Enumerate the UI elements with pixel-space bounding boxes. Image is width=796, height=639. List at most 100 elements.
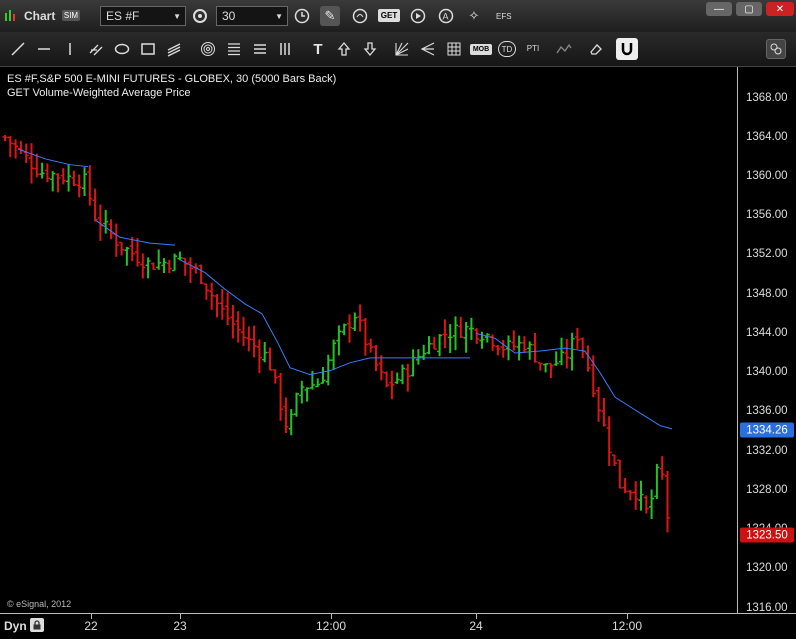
td-button[interactable]: TD bbox=[498, 41, 516, 57]
horizontal-line-tool-icon[interactable] bbox=[34, 39, 54, 59]
vwap-price-badge: 1334.26 bbox=[740, 422, 794, 438]
chevron-down-icon[interactable]: ▼ bbox=[173, 12, 181, 21]
pti-button[interactable]: PTI bbox=[522, 41, 544, 55]
price-bar bbox=[299, 380, 305, 404]
price-bar bbox=[659, 456, 665, 480]
grid-icon[interactable] bbox=[444, 39, 464, 59]
price-bar bbox=[601, 397, 607, 427]
price-bar bbox=[378, 355, 384, 381]
price-bar bbox=[649, 489, 655, 519]
wave-tool-icon[interactable] bbox=[554, 39, 574, 59]
price-bar bbox=[447, 324, 453, 354]
arrow-down-icon[interactable] bbox=[360, 39, 380, 59]
price-bar bbox=[569, 332, 575, 371]
price-tick: 1320.00 bbox=[746, 562, 788, 574]
speed-lines-icon[interactable] bbox=[418, 39, 438, 59]
link-icon[interactable] bbox=[350, 6, 370, 26]
mob-button[interactable]: MOB bbox=[470, 44, 492, 55]
lock-icon[interactable] bbox=[30, 618, 44, 632]
price-bar bbox=[633, 481, 639, 510]
price-bar bbox=[262, 341, 268, 363]
gann-fan-icon[interactable] bbox=[392, 39, 412, 59]
price-bar bbox=[442, 319, 448, 349]
link-chain-icon[interactable] bbox=[766, 39, 786, 59]
price-bar bbox=[235, 311, 241, 343]
parallel-lines-tool-icon[interactable] bbox=[164, 39, 184, 59]
price-bar bbox=[516, 335, 522, 361]
clock-icon[interactable] bbox=[292, 6, 312, 26]
price-bar bbox=[410, 349, 416, 377]
price-bar bbox=[23, 143, 29, 163]
price-bar bbox=[66, 164, 72, 192]
chevron-down-icon[interactable]: ▼ bbox=[275, 12, 283, 21]
price-bar bbox=[294, 392, 299, 417]
tools-icon[interactable]: ✧ bbox=[464, 6, 484, 26]
price-bar bbox=[458, 316, 464, 339]
price-bar bbox=[643, 495, 649, 514]
get-button[interactable]: GET bbox=[378, 9, 400, 22]
dyn-control[interactable]: Dyn bbox=[2, 616, 46, 636]
price-bar bbox=[113, 223, 119, 257]
arrow-up-icon[interactable] bbox=[334, 39, 354, 59]
concentric-circles-tool-icon[interactable] bbox=[198, 39, 218, 59]
maximize-button[interactable]: ▢ bbox=[736, 2, 762, 16]
price-bar bbox=[103, 209, 109, 234]
time-zones-icon[interactable] bbox=[276, 39, 296, 59]
rectangle-tool-icon[interactable] bbox=[138, 39, 158, 59]
efs-button[interactable]: EFS bbox=[496, 10, 512, 22]
price-bar bbox=[453, 316, 458, 351]
price-bar bbox=[431, 336, 437, 350]
font-icon[interactable]: A bbox=[436, 6, 456, 26]
price-bar bbox=[468, 317, 474, 340]
interval-input[interactable]: 30 ▼ bbox=[216, 6, 288, 26]
price-bar bbox=[267, 347, 273, 371]
play-icon[interactable] bbox=[408, 6, 428, 26]
price-bar bbox=[172, 253, 178, 272]
price-bar bbox=[304, 387, 310, 402]
symbol-input[interactable]: ES #F ▼ bbox=[100, 6, 186, 26]
chart-plot-area[interactable]: ES #F,S&P 500 E-MINI FUTURES - GLOBEX, 3… bbox=[0, 67, 737, 613]
copyright-text: © eSignal, 2012 bbox=[7, 599, 72, 609]
price-bar bbox=[251, 325, 257, 358]
trendline-tool-icon[interactable] bbox=[8, 39, 28, 59]
price-bar bbox=[325, 354, 331, 386]
interval-value: 30 bbox=[222, 9, 236, 23]
price-bar bbox=[521, 336, 527, 354]
svg-text:A: A bbox=[443, 12, 449, 22]
minimize-button[interactable]: — bbox=[706, 2, 732, 16]
price-bar bbox=[580, 337, 586, 359]
price-bar bbox=[341, 323, 347, 336]
fibonacci-extension-icon[interactable] bbox=[250, 39, 270, 59]
ellipse-tool-icon[interactable] bbox=[112, 39, 132, 59]
vwap-line bbox=[475, 332, 673, 430]
price-bar bbox=[161, 258, 167, 274]
price-tick: 1360.00 bbox=[746, 170, 788, 182]
close-icon[interactable]: ✕ bbox=[766, 2, 794, 16]
price-bar bbox=[484, 333, 490, 343]
text-tool-icon[interactable]: T bbox=[308, 39, 328, 59]
refresh-cycle-icon[interactable] bbox=[190, 6, 210, 26]
price-bar bbox=[166, 259, 172, 274]
pencil-draw-icon[interactable]: ✎ bbox=[320, 6, 340, 26]
time-axis[interactable]: Dyn 22 23 12:00 24 12:00 bbox=[0, 613, 796, 639]
fibonacci-retracement-icon[interactable] bbox=[224, 39, 244, 59]
price-bars bbox=[2, 135, 673, 533]
magnet-icon[interactable] bbox=[616, 38, 638, 60]
price-bar bbox=[622, 477, 628, 494]
price-bar bbox=[495, 344, 501, 356]
vertical-line-tool-icon[interactable] bbox=[60, 39, 80, 59]
price-bar bbox=[209, 282, 215, 310]
price-bar bbox=[288, 409, 294, 436]
price-bar bbox=[39, 162, 45, 179]
price-bar bbox=[92, 188, 98, 222]
price-bar bbox=[29, 143, 34, 184]
price-bar bbox=[654, 463, 660, 500]
eraser-icon[interactable] bbox=[586, 39, 606, 59]
channel-tool-icon[interactable] bbox=[86, 39, 106, 59]
price-bar bbox=[44, 163, 50, 182]
price-bar bbox=[241, 316, 246, 347]
price-bar bbox=[532, 332, 538, 363]
price-bar bbox=[188, 257, 193, 283]
price-bar bbox=[362, 317, 368, 356]
price-bar bbox=[256, 339, 262, 374]
